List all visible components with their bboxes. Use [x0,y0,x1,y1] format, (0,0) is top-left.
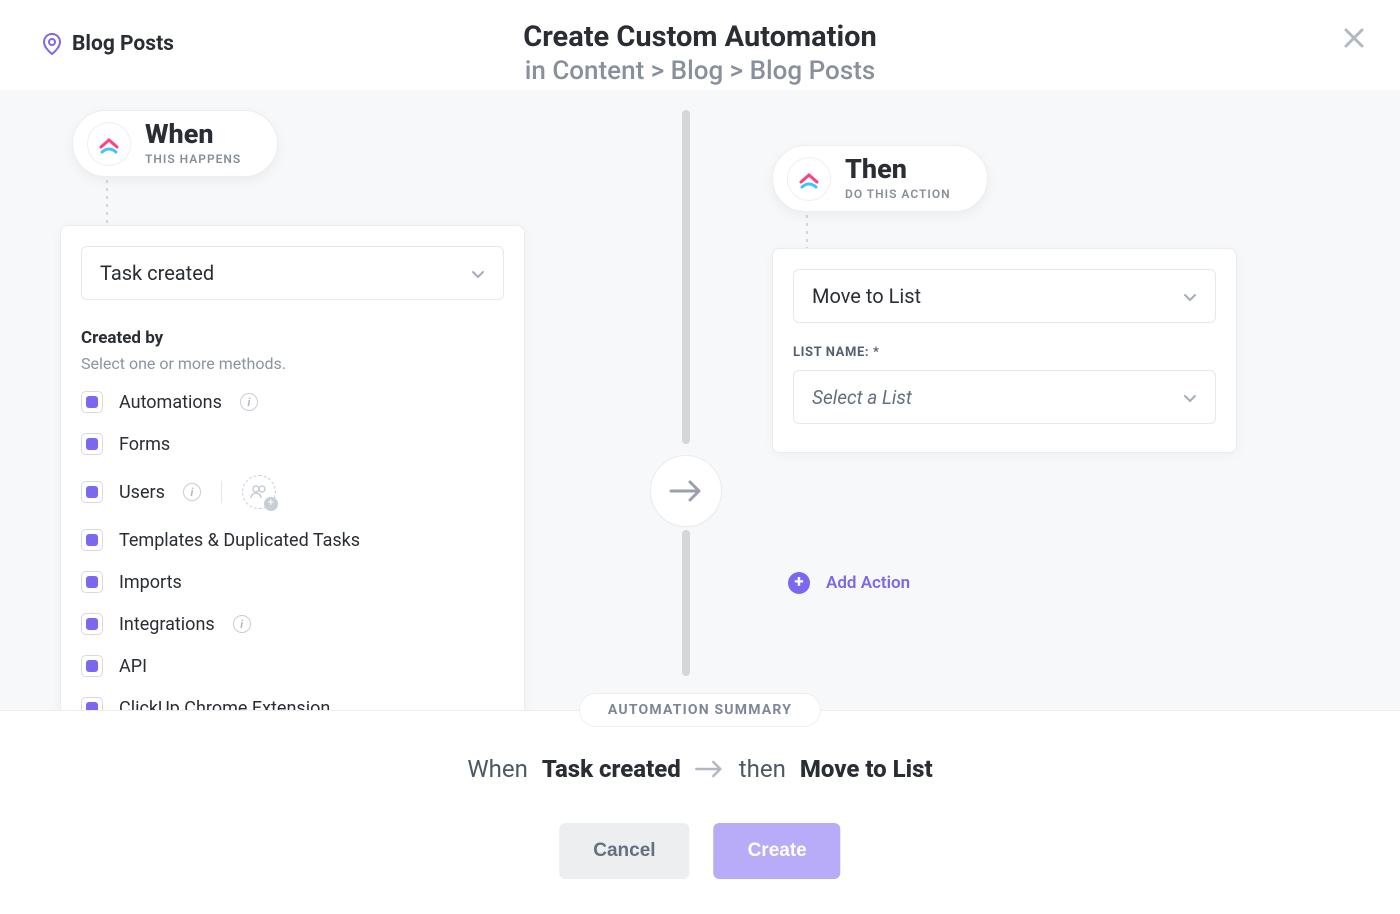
created-by-hint: Select one or more methods. [81,354,504,373]
info-icon[interactable]: i [183,483,201,501]
method-label: Automations [119,392,222,413]
when-title: When [145,121,241,148]
center-divider [682,110,690,444]
list-placeholder: Select a List [812,386,912,409]
clickup-logo-icon [87,122,131,166]
modal-breadcrumb: in Content > Blog > Blog Posts [523,56,877,86]
clickup-logo-icon [787,157,831,201]
created-by-label: Created by [81,328,504,348]
then-title: Then [845,156,951,183]
automation-canvas: When THIS HAPPENS Task created Created b… [0,90,1400,710]
close-icon [1342,26,1366,50]
method-label: Forms [119,434,170,455]
footer-buttons: Cancel Create [559,823,840,879]
action-select[interactable]: Move to List [793,269,1216,323]
info-icon[interactable]: i [240,393,258,411]
method-row: Forms [81,423,504,465]
then-panel: Move to List LIST NAME: * Select a List [772,248,1237,453]
then-pill: Then DO THIS ACTION [772,145,988,212]
modal-title-group: Create Custom Automation in Content > Bl… [523,20,877,86]
connector-line [106,180,108,224]
add-action-button[interactable]: + Add Action [772,550,910,594]
info-icon[interactable]: i [233,615,251,633]
chevron-down-icon [1183,386,1197,409]
breadcrumb-location[interactable]: Blog Posts [42,26,174,56]
when-panel: Task created Created by Select one or mo… [60,225,525,710]
method-label: API [119,656,147,677]
add-action-label: Add Action [826,573,910,593]
close-button[interactable] [1342,26,1366,54]
arrow-right-icon [668,478,704,504]
method-row: ClickUp Chrome Extension [81,687,504,710]
method-checkbox[interactable] [81,697,103,710]
method-label: ClickUp Chrome Extension [119,698,330,711]
modal-header: Blog Posts Create Custom Automation in C… [0,0,1400,90]
location-pin-icon [42,33,62,55]
method-row: Automations i [81,381,504,423]
modal-title: Create Custom Automation [523,20,877,54]
when-pill: When THIS HAPPENS [72,110,278,177]
list-select[interactable]: Select a List [793,370,1216,424]
summary-badge: AUTOMATION SUMMARY [579,693,821,727]
method-checkbox[interactable] [81,613,103,635]
trigger-select[interactable]: Task created [81,246,504,300]
method-checkbox[interactable] [81,655,103,677]
modal-footer: AUTOMATION SUMMARY When Task created the… [0,710,1400,914]
location-label: Blog Posts [72,32,174,56]
method-label: Users [119,482,165,503]
center-divider [682,530,690,676]
create-button[interactable]: Create [714,823,841,879]
method-checkbox[interactable] [81,571,103,593]
method-label: Integrations [119,614,215,635]
trigger-value: Task created [100,261,214,285]
arrow-right-icon [695,759,725,779]
created-by-methods: AutomationsiFormsUsersi+Templates & Dupl… [81,381,504,710]
when-subtitle: THIS HAPPENS [145,152,241,166]
divider [221,481,222,503]
method-checkbox[interactable] [81,391,103,413]
automation-summary: When Task created then Move to List [467,755,932,783]
method-row: Templates & Duplicated Tasks [81,519,504,561]
method-row: Imports [81,561,504,603]
cancel-button[interactable]: Cancel [559,823,689,879]
chevron-down-icon [1183,284,1197,308]
chevron-down-icon [471,261,485,285]
plus-icon: + [788,572,810,594]
method-checkbox[interactable] [81,481,103,503]
method-checkbox[interactable] [81,433,103,455]
method-row: API [81,645,504,687]
list-name-label: LIST NAME: * [793,345,1216,360]
add-people-icon[interactable]: + [242,475,276,509]
method-label: Imports [119,572,182,593]
method-row: Usersi + [81,465,504,519]
method-row: Integrations i [81,603,504,645]
method-checkbox[interactable] [81,529,103,551]
then-subtitle: DO THIS ACTION [845,187,951,201]
method-label: Templates & Duplicated Tasks [119,530,360,551]
action-value: Move to List [812,284,921,308]
connector-line [806,215,808,249]
flow-arrow [650,455,722,527]
